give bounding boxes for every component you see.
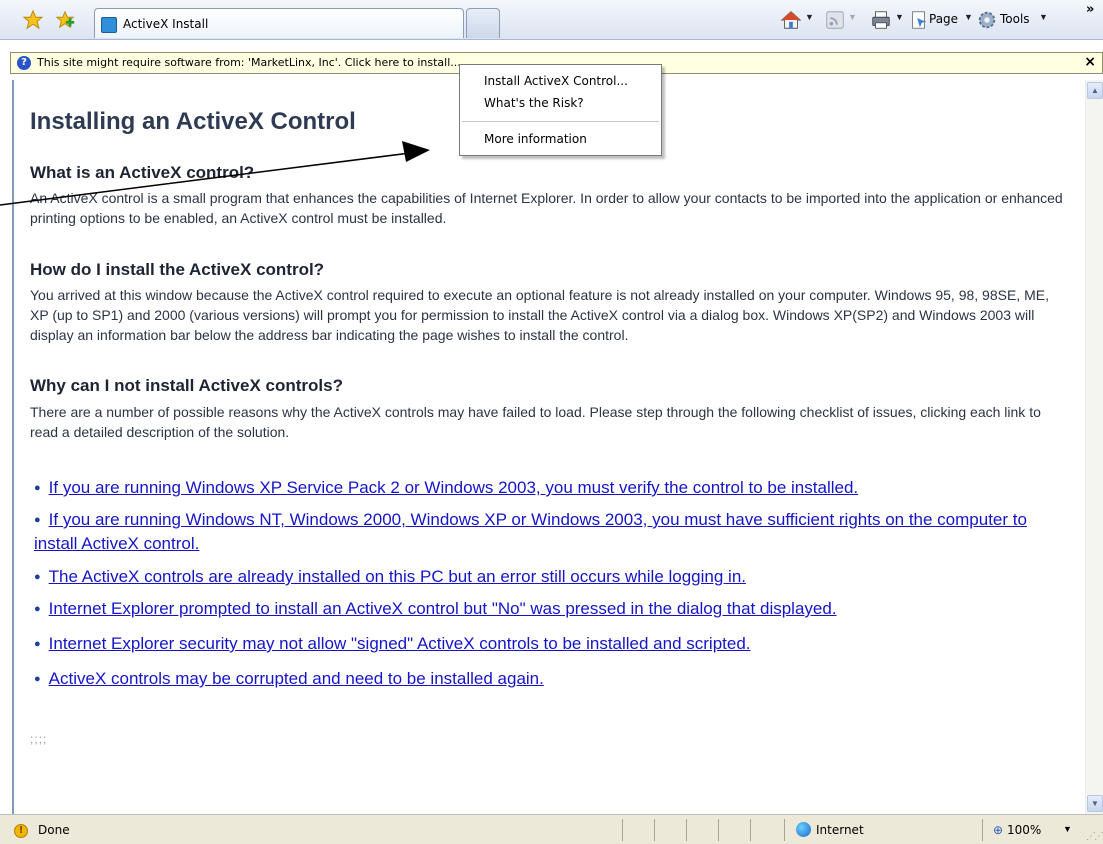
checklist-item: ● If you are running Windows NT, Windows … — [34, 508, 1064, 555]
status-divider — [622, 819, 623, 841]
section-heading-how: How do I install the ActiveX control? — [30, 260, 325, 279]
section-body-why: There are a number of possible reasons w… — [30, 404, 1041, 440]
info-icon: ? — [17, 56, 31, 70]
scroll-down-arrow-icon[interactable]: ▼ — [1087, 795, 1103, 812]
bullet-icon: ● — [34, 638, 41, 651]
add-favorites-icon[interactable] — [54, 9, 76, 31]
menu-item-install-activex[interactable]: Install ActiveX Control... — [484, 74, 628, 88]
status-text: Done — [38, 823, 70, 837]
bullet-icon: ● — [34, 603, 41, 616]
checklist-link[interactable]: Internet Explorer prompted to install an… — [49, 599, 837, 618]
favorites-star-icon[interactable] — [22, 9, 44, 31]
menu-item-whats-the-risk[interactable]: What's the Risk? — [484, 96, 584, 110]
tab-activex-install[interactable]: ActiveX Install — [94, 8, 464, 38]
scroll-up-arrow-icon[interactable]: ▲ — [1087, 82, 1103, 99]
vertical-scrollbar[interactable]: ▲ ▼ — [1085, 80, 1103, 814]
feeds-dropdown-icon[interactable]: ▼ — [848, 12, 857, 22]
status-divider — [784, 819, 785, 841]
checklist-link[interactable]: The ActiveX controls are already install… — [49, 567, 746, 586]
section-body-what: An ActiveX control is a small program th… — [30, 190, 1063, 226]
home-icon[interactable] — [780, 9, 802, 31]
zoom-level[interactable]: 100% — [1007, 823, 1041, 837]
resize-grip-icon[interactable]: ⋰⋰ — [1086, 831, 1103, 842]
tools-menu-label[interactable]: Tools — [1000, 12, 1030, 26]
page-dropdown-icon[interactable]: ▼ — [964, 12, 973, 22]
status-divider — [686, 819, 687, 841]
status-divider — [654, 819, 655, 841]
tab-title: ActiveX Install — [123, 17, 209, 31]
bullet-icon: ● — [34, 571, 41, 584]
print-icon[interactable] — [870, 9, 892, 31]
checklist-item: ● ActiveX controls may be corrupted and n… — [34, 667, 1064, 691]
checklist-item: ● Internet Explorer prompted to install a… — [34, 597, 1064, 621]
bullet-icon: ● — [34, 482, 41, 495]
tools-gear-icon[interactable] — [976, 9, 998, 31]
page-title: Installing an ActiveX Control — [30, 108, 356, 135]
page-favicon-icon — [101, 17, 117, 33]
menu-separator — [462, 121, 659, 122]
checklist-link[interactable]: ActiveX controls may be corrupted and ne… — [49, 669, 544, 688]
globe-icon — [796, 822, 811, 837]
zoom-icon[interactable]: ⊕ — [993, 823, 1003, 837]
toolbar-overflow-chevron[interactable]: » — [1086, 2, 1094, 17]
new-tab-button[interactable] — [466, 8, 500, 38]
checklist-link[interactable]: If you are running Windows NT, Windows 2… — [34, 510, 1027, 553]
command-toolbar: ActiveX Install ▼ ▼ ▼ Page ▼ Tools ▼ » — [0, 0, 1103, 40]
status-divider — [718, 819, 719, 841]
checklist-item: ● If you are running Windows XP Service P… — [34, 476, 1064, 500]
home-dropdown-icon[interactable]: ▼ — [805, 12, 814, 22]
infobar-message[interactable]: This site might require software from: '… — [37, 56, 461, 69]
feeds-icon[interactable] — [824, 9, 846, 31]
activex-context-menu: Install ActiveX Control... What's the Ri… — [459, 64, 662, 156]
bullet-icon: ● — [34, 673, 41, 686]
page-menu-label[interactable]: Page — [929, 12, 958, 26]
zoom-dropdown-icon[interactable]: ▼ — [1063, 824, 1072, 834]
infobar-close-button[interactable]: × — [1084, 54, 1096, 70]
checklist-item: ● Internet Explorer security may not allo… — [34, 632, 1064, 656]
tools-dropdown-icon[interactable]: ▼ — [1039, 12, 1048, 22]
status-bar: ! Done Internet ⊕ 100% ▼ ⋰⋰ — [0, 814, 1103, 844]
status-divider — [750, 819, 751, 841]
security-zone-label[interactable]: Internet — [816, 823, 864, 837]
section-heading-why: Why can I not install ActiveX controls? — [30, 376, 343, 395]
menu-item-more-information[interactable]: More information — [484, 132, 587, 146]
status-divider — [982, 819, 983, 841]
bullet-icon: ● — [34, 514, 41, 527]
checklist-link[interactable]: Internet Explorer security may not allow… — [49, 634, 751, 653]
page-icon[interactable] — [908, 9, 930, 31]
section-body-how: You arrived at this window because the A… — [30, 287, 1049, 343]
print-dropdown-icon[interactable]: ▼ — [895, 12, 904, 22]
checklist-link[interactable]: If you are running Windows XP Service Pa… — [49, 478, 858, 497]
checklist-item: ● The ActiveX controls are already instal… — [34, 565, 1064, 589]
trailing-dots: ;;;; — [30, 732, 48, 746]
section-heading-what: What is an ActiveX control? — [30, 163, 255, 182]
warning-icon: ! — [14, 824, 28, 838]
